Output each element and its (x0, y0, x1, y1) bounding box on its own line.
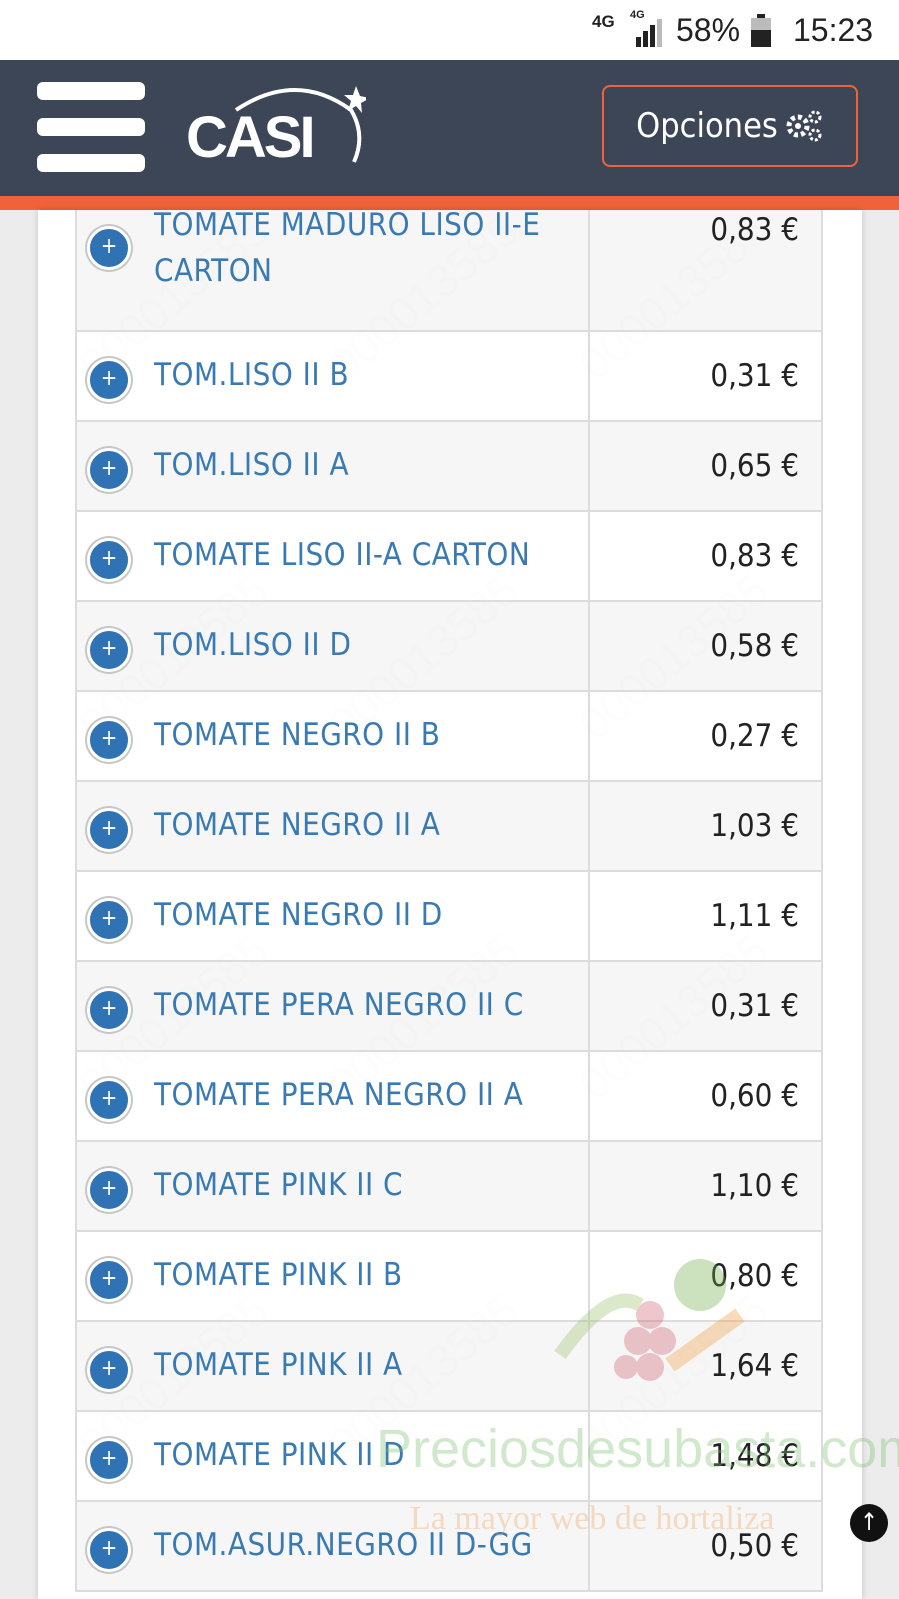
table-row[interactable]: + TOM.LISO II B 0,31 € (74, 330, 823, 422)
table-row[interactable]: + TOMATE NEGRO II D 1,11 € (74, 870, 823, 962)
product-price: 0,31 € (588, 960, 823, 1052)
logo-text: CASI (186, 105, 316, 170)
battery-percentage: 58% (676, 12, 741, 48)
product-cell: + TOMATE NEGRO II D (74, 870, 591, 962)
product-cell: + TOMATE LISO II-A CARTON (74, 510, 591, 602)
product-cell: + TOM.LISO II A (74, 420, 591, 512)
scroll-to-top-button[interactable]: ↑ (850, 1504, 888, 1542)
expand-plus-icon[interactable]: + (87, 226, 131, 270)
product-cell: + TOMATE PINK II A (74, 1320, 591, 1412)
gears-icon (786, 110, 822, 142)
product-price: 0,27 € (588, 690, 823, 782)
product-name-link[interactable]: TOMATE PINK II C (154, 1162, 578, 1208)
table-row[interactable]: + TOMATE NEGRO II B 0,27 € (74, 690, 823, 782)
product-cell: + TOMATE NEGRO II A (74, 780, 591, 872)
table-row[interactable]: + TOMATE NEGRO II A 1,03 € (74, 780, 823, 872)
expand-plus-icon[interactable]: + (87, 1168, 131, 1212)
product-price: 1,10 € (588, 1140, 823, 1232)
product-price: 0,83 € (588, 510, 823, 602)
expand-plus-icon[interactable]: + (87, 718, 131, 762)
signal-icon (636, 19, 662, 47)
network-indicator: 4G (592, 12, 615, 31)
expand-plus-icon[interactable]: + (87, 1078, 131, 1122)
product-name-link[interactable]: TOMATE MADURO LISO II-E CARTON (154, 210, 578, 294)
product-cell: + TOM.LISO II D (74, 600, 591, 692)
options-label: Opciones (636, 106, 778, 146)
product-name-link[interactable]: TOMATE NEGRO II A (154, 802, 578, 848)
product-name-link[interactable]: TOM.LISO II A (154, 442, 578, 488)
product-cell: + TOMATE NEGRO II B (74, 690, 591, 782)
clock: 15:23 (793, 12, 874, 48)
product-name-link[interactable]: TOMATE PINK II A (154, 1342, 578, 1388)
expand-plus-icon[interactable]: + (87, 628, 131, 672)
preciosdesubasta-logo (554, 1259, 745, 1381)
product-name-link[interactable]: TOM.LISO II B (154, 352, 578, 398)
product-cell: + TOMATE PINK II B (74, 1230, 591, 1322)
options-button[interactable]: Opciones (602, 85, 858, 167)
product-name-link[interactable]: TOMATE NEGRO II B (154, 712, 578, 758)
expand-plus-icon[interactable]: + (87, 808, 131, 852)
product-name-link[interactable]: TOM.LISO II D (154, 622, 578, 668)
app-header: CASI Opciones (0, 60, 899, 196)
product-price: 0,31 € (588, 330, 823, 422)
product-name-link[interactable]: TOMATE PERA NEGRO II C (154, 982, 578, 1028)
product-cell: + TOMATE PERA NEGRO II C (74, 960, 591, 1052)
product-cell: + TOM.LISO II B (74, 330, 591, 422)
product-price: 0,65 € (588, 420, 823, 512)
product-name-link[interactable]: TOMATE PERA NEGRO II A (154, 1072, 578, 1118)
expand-plus-icon[interactable]: + (87, 358, 131, 402)
product-name-link[interactable]: TOMATE PINK II B (154, 1252, 578, 1298)
arrow-up-icon: ↑ (859, 1508, 879, 1536)
header-accent-bar (0, 196, 899, 210)
product-name-link[interactable]: TOMATE NEGRO II D (154, 892, 578, 938)
status-bar: 4G 4G 58% 15:23 (0, 0, 899, 60)
battery-icon (751, 14, 771, 47)
expand-plus-icon[interactable]: + (87, 538, 131, 582)
product-cell: + TOMATE PINK II C (74, 1140, 591, 1232)
table-row[interactable]: + TOM.LISO II D 0,58 € (74, 600, 823, 692)
product-price: 0,60 € (588, 1050, 823, 1142)
table-row[interactable]: + TOMATE MADURO LISO II-E CARTON 0,83 € (74, 210, 823, 332)
product-cell: + TOMATE MADURO LISO II-E CARTON (74, 210, 591, 332)
watermark-site: Preciosdesubasta.com (376, 1419, 899, 1479)
product-price: 0,58 € (588, 600, 823, 692)
expand-plus-icon[interactable]: + (87, 1438, 131, 1482)
product-cell: + TOMATE PERA NEGRO II A (74, 1050, 591, 1142)
product-price: 0,83 € (588, 210, 823, 332)
table-row[interactable]: + TOM.LISO II A 0,65 € (74, 420, 823, 512)
product-price: 1,11 € (588, 870, 823, 962)
table-row[interactable]: + TOMATE PERA NEGRO II C 0,31 € (74, 960, 823, 1052)
table-row[interactable]: + TOMATE LISO II-A CARTON 0,83 € (74, 510, 823, 602)
table-row[interactable]: + TOMATE PERA NEGRO II A 0,60 € (74, 1050, 823, 1142)
product-name-link[interactable]: TOMATE LISO II-A CARTON (154, 532, 578, 578)
casi-logo[interactable]: CASI (186, 80, 366, 172)
expand-plus-icon[interactable]: + (87, 448, 131, 492)
expand-plus-icon[interactable]: + (87, 1528, 131, 1572)
expand-plus-icon[interactable]: + (87, 988, 131, 1032)
expand-plus-icon[interactable]: + (87, 898, 131, 942)
expand-plus-icon[interactable]: + (87, 1258, 131, 1302)
hamburger-menu-icon[interactable] (37, 82, 145, 172)
table-row[interactable]: + TOMATE PINK II C 1,10 € (74, 1140, 823, 1232)
watermark-slogan: La mayor web de hortaliza (410, 1500, 775, 1537)
expand-plus-icon[interactable]: + (87, 1348, 131, 1392)
product-price: 1,03 € (588, 780, 823, 872)
